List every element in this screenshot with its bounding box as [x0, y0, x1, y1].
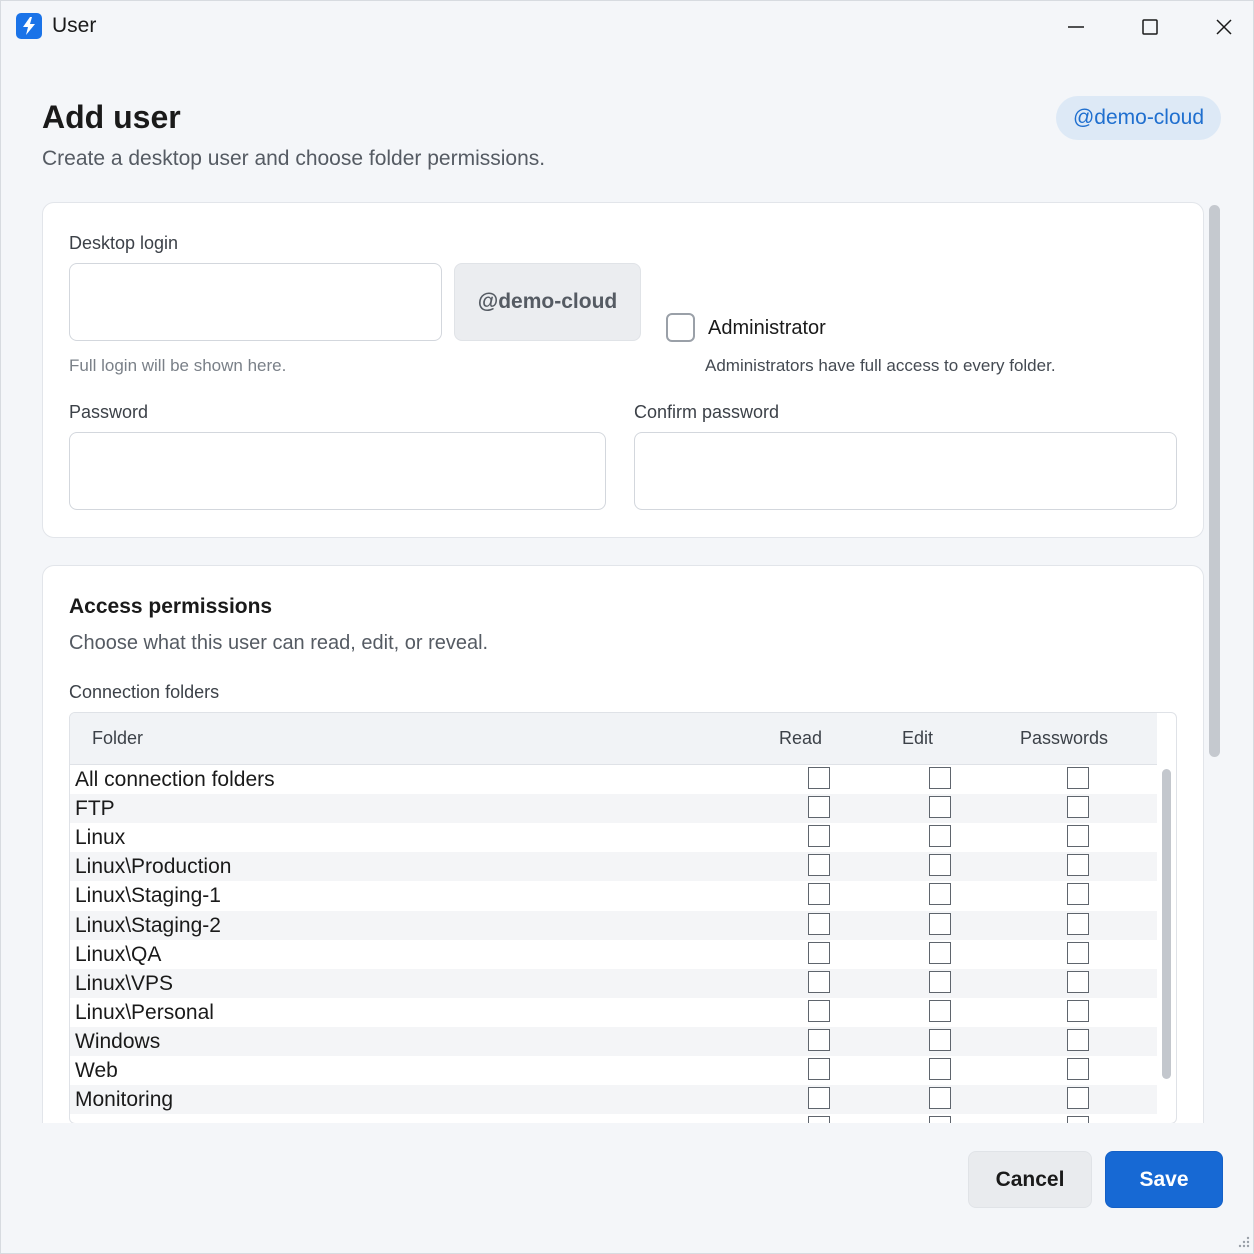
folder-name: Linux\VPS — [75, 972, 174, 995]
read-checkbox[interactable] — [808, 825, 830, 847]
page-subtitle: Create a desktop user and choose folder … — [42, 147, 546, 170]
read-checkbox[interactable] — [808, 1000, 830, 1022]
folder-name: Linux\QA — [75, 943, 162, 966]
passwords-checkbox[interactable] — [1067, 883, 1089, 905]
password-label: Password — [69, 402, 149, 422]
passwords-checkbox[interactable] — [1067, 971, 1089, 993]
maximize-button[interactable] — [1126, 9, 1174, 45]
table-row: Windows — [70, 1027, 1157, 1056]
lightning-bolt-icon — [16, 13, 42, 39]
login-preview-hint: Full login will be shown here. — [69, 356, 287, 375]
passwords-checkbox[interactable] — [1067, 825, 1089, 847]
passwords-checkbox[interactable] — [1067, 854, 1089, 876]
table-row: All connection folders — [70, 765, 1157, 794]
minimize-button[interactable] — [1052, 9, 1100, 45]
folder-name: Linux\Staging-1 — [75, 884, 221, 907]
resize-grip-icon[interactable] — [1235, 1233, 1251, 1249]
edit-checkbox[interactable] — [929, 1029, 951, 1051]
edit-checkbox[interactable] — [929, 1000, 951, 1022]
column-header-passwords[interactable]: Passwords — [1020, 728, 1108, 749]
edit-checkbox[interactable] — [929, 767, 951, 789]
edit-checkbox[interactable] — [929, 1058, 951, 1080]
passwords-checkbox[interactable] — [1067, 1087, 1089, 1109]
page-scrollbar-thumb[interactable] — [1209, 205, 1220, 757]
table-row: FTP — [70, 794, 1157, 823]
administrator-hint: Administrators have full access to every… — [705, 356, 1056, 375]
minimize-icon — [1068, 26, 1084, 28]
table-row: Linux\Production — [70, 852, 1157, 881]
permissions-title: Access permissions — [69, 595, 273, 618]
table-row: Web — [70, 1056, 1157, 1085]
administrator-checkbox[interactable] — [666, 313, 695, 342]
close-icon — [1216, 19, 1232, 35]
folder-name: Monitoring — [75, 1088, 174, 1111]
folder-name: Linux\Staging-2 — [75, 914, 221, 937]
administrator-label: Administrator — [708, 317, 826, 339]
title-bar: User — [1, 1, 1253, 53]
edit-checkbox[interactable] — [929, 913, 951, 935]
permissions-subtitle: Choose what this user can read, edit, or… — [69, 632, 489, 654]
folder-name: Web — [75, 1059, 118, 1082]
table-scrollbar[interactable] — [1158, 765, 1176, 1123]
table-row: Linux\Staging-1 — [70, 881, 1157, 910]
edit-checkbox[interactable] — [929, 796, 951, 818]
desktop-login-label: Desktop login — [69, 233, 179, 253]
read-checkbox[interactable] — [808, 942, 830, 964]
edit-checkbox[interactable] — [929, 942, 951, 964]
passwords-checkbox[interactable] — [1067, 1000, 1089, 1022]
folder-name: Linux\Production — [75, 855, 232, 878]
read-checkbox[interactable] — [808, 1029, 830, 1051]
user-dialog-window: User Add user Create a desktop user and … — [0, 0, 1254, 1254]
passwords-checkbox[interactable] — [1067, 1058, 1089, 1080]
read-checkbox[interactable] — [808, 1058, 830, 1080]
password-input[interactable] — [69, 432, 606, 510]
passwords-checkbox[interactable] — [1067, 767, 1089, 789]
maximize-icon — [1142, 19, 1158, 35]
column-header-folder[interactable]: Folder — [92, 728, 143, 749]
folder-name: All connection folders — [75, 768, 275, 791]
connection-folders-label: Connection folders — [69, 682, 220, 702]
read-checkbox[interactable] — [808, 854, 830, 876]
read-checkbox[interactable] — [808, 971, 830, 993]
page-title: Add user — [42, 99, 181, 135]
table-row: Linux\QA — [70, 940, 1157, 969]
passwords-checkbox[interactable] — [1067, 1029, 1089, 1051]
read-checkbox[interactable] — [808, 1087, 830, 1109]
table-scrollbar-thumb[interactable] — [1162, 769, 1171, 1079]
save-button[interactable]: Save — [1105, 1151, 1223, 1208]
table-row: Monitoring — [70, 1085, 1157, 1114]
edit-checkbox[interactable] — [929, 971, 951, 993]
table-row: Linux\Personal — [70, 998, 1157, 1027]
table-row: Linux\Staging-2 — [70, 911, 1157, 940]
passwords-checkbox[interactable] — [1067, 942, 1089, 964]
folder-name: Linux\Personal — [75, 1001, 214, 1024]
confirm-password-input[interactable] — [634, 432, 1177, 510]
login-domain-suffix: @demo-cloud — [454, 263, 641, 341]
folder-name: Windows — [75, 1030, 161, 1053]
cancel-button[interactable]: Cancel — [968, 1151, 1092, 1208]
read-checkbox[interactable] — [808, 913, 830, 935]
tenant-badge: @demo-cloud — [1056, 96, 1221, 140]
read-checkbox[interactable] — [808, 883, 830, 905]
passwords-checkbox[interactable] — [1067, 913, 1089, 935]
table-row: Linux\VPS — [70, 969, 1157, 998]
window-title: User — [52, 14, 97, 37]
edit-checkbox[interactable] — [929, 1087, 951, 1109]
read-checkbox[interactable] — [808, 796, 830, 818]
folder-name: Linux — [75, 826, 126, 849]
table-header: Folder Read Edit Passwords — [70, 713, 1157, 765]
permissions-table: Folder Read Edit Passwords All connectio… — [69, 712, 1177, 1124]
column-header-read[interactable]: Read — [779, 728, 822, 749]
close-button[interactable] — [1200, 9, 1248, 45]
column-header-edit[interactable]: Edit — [902, 728, 933, 749]
passwords-checkbox[interactable] — [1067, 796, 1089, 818]
edit-checkbox[interactable] — [929, 854, 951, 876]
edit-checkbox[interactable] — [929, 883, 951, 905]
folder-name: FTP — [75, 797, 115, 820]
confirm-password-label: Confirm password — [634, 402, 780, 422]
edit-checkbox[interactable] — [929, 825, 951, 847]
desktop-login-input[interactable] — [69, 263, 442, 341]
read-checkbox[interactable] — [808, 767, 830, 789]
table-row: Linux — [70, 823, 1157, 852]
